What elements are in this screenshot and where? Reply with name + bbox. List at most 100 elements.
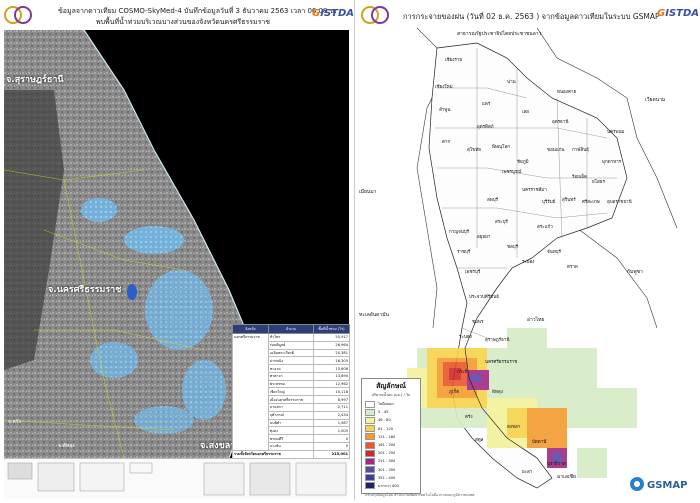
province-label: ยโสธร [592,180,605,185]
label-phatthalung: จ.พัทลุง [58,443,75,449]
gistda-logo: GISTDA [657,8,700,19]
legend-swatch [365,441,375,449]
province-label: สุราษฎร์ธานี [485,338,510,343]
label-songkhla: จ.สงขลา [200,441,236,451]
legend-swatch [365,466,375,474]
rainfall-legend: สัญลักษณ์ ปริมาณน้ำฝน (มม.) / วัน ไม่มีฝ… [361,378,421,494]
district-cell: จุฬาภรณ์ [267,410,314,420]
legend-label: 81 - 120 [378,426,394,431]
province-label: อุดรธานี [552,120,569,125]
area-cell: 0 [312,434,351,443]
satellite-flood-panel: ข้อมูลจากดาวเทียม COSMO-SkyMed-4 บันทึกข… [0,0,355,500]
legend-item: ไม่มีฝนตก [362,400,420,408]
label-nakhon: จ.นครศรีธรรมราช [48,285,122,295]
label-trang: จ.ตรัง [8,419,21,425]
district-cell: พระพรหม [267,379,314,389]
area-cell: 8,997 [312,395,351,405]
legend-title: สัญลักษณ์ [376,382,406,390]
province-label: นครพนม [607,130,625,135]
legend-swatch [365,474,375,482]
table-header-row: จังหวัด อำเภอ พื้นที่น้ำท่วม (ไร่) [232,324,351,334]
province-label: อุตรดิตถ์ [477,125,494,130]
table-row: นครศรีธรรมราช หัวไทร 55,917 [232,333,351,451]
district-cell: นบพิตำ [267,418,314,428]
legend-rows: ไม่มีฝนตก 5 - 45 46 - 80 81 - 120 121 - 160 1… [362,400,420,490]
province-label: ลพบุรี [487,198,498,203]
province-label: บุรีรัมย์ [542,200,556,205]
area-cell: 1,587 [312,418,351,428]
legend-item: 251 - 300 [362,457,420,465]
province-label: เพชรบูรณ์ [502,170,522,175]
province-label: อุบลราชธานี [607,200,632,205]
legend-label: 201 - 250 [378,451,396,456]
province-label: พัทลุง [492,390,503,395]
legend-swatch [365,408,375,416]
area-cell: 2,711 [312,403,351,412]
province-label: ระนอง [459,335,472,340]
legend-label: 46 - 80 [378,418,391,423]
legend-label: 121 - 160 [378,434,396,439]
province-label: ราชบุรี [457,250,471,255]
province-label: เชียงราย [445,58,463,63]
legend-label: มากกว่า 400 [378,483,399,488]
gistda-anniversary-logo-icon [361,6,389,24]
district-cell: เมืองนครศรีธรรมราช [267,395,314,405]
gistda-anniversary-logo-icon [4,6,32,24]
province-label: นครศรีธรรมราช [485,360,518,365]
legend-swatch [365,482,375,490]
province-label: สงขลา [507,425,521,430]
label-malaysia: มาเลเซีย [557,474,576,480]
legend-label: 5 - 45 [378,410,389,415]
legend-swatch [365,416,375,424]
legend-label: 301 - 350 [378,467,396,472]
credit-text: ปรับปรุงข้อมูลโดย สำนักงานพัฒนาเทคโนโลยี… [365,493,475,497]
province-label: น่าน [507,80,516,85]
province-label: สระแก้ว [537,225,553,230]
legend-item: 81 - 120 [362,425,420,433]
legend-item: 161 - 200 [362,441,420,449]
district-cell: ร่อนพิบูลย์ [267,340,314,350]
legend-label: 351 - 400 [378,475,396,480]
legend-item: 5 - 45 [362,408,420,416]
province-label: ศรีสะเกษ [582,200,600,205]
label-surat: จ.สุราษฎร์ธานี [6,75,64,85]
province-label: อยุธยา [477,235,491,240]
province-label: ตราด [567,265,578,270]
province-label: สตูล [475,438,484,443]
province-label: ปัตตานี [532,440,547,445]
province-label: เพชรบุรี [465,270,481,275]
province-label: กาฬสินธุ์ [572,148,589,153]
district-cell: พรหมคีรี [267,434,314,443]
area-cell: 55,917 [312,333,351,342]
province-label: ชลบุรี [507,245,519,250]
legend-swatch [365,400,375,408]
province-cell: นครศรีธรรมราช [232,333,269,451]
total-value: 215,001 [312,449,351,459]
table-total-row: รวมทั้งจังหวัดนครศรีธรรมราช 215,001 [232,449,351,459]
label-gulf: อ่าวไทย [527,317,545,323]
province-label: ตรัง [465,415,473,420]
label-laos: สาธารณรัฐประชาธิปไตยประชาชนลาว [457,31,542,37]
label-myanmar: เมียนมา [359,189,377,195]
gistda-logo: GISTDA [312,8,355,19]
province-label: นราธิวาส [547,462,566,467]
district-cell: เชียรใหญ่ [267,387,314,397]
col-district: อำเภอ [267,324,314,334]
province-label: ชุมพร [472,320,484,325]
legend-item: 201 - 250 [362,449,420,457]
province-label: ตาก [442,140,451,145]
district-cell: ชะอวด [267,364,314,373]
area-cell: 1,005 [312,426,351,436]
district-cell: ปากพนัง [267,356,314,366]
province-label: สระบุรี [495,220,508,225]
label-andaman: ทะเลอันดามัน [359,312,389,318]
gsmap-logo-icon: GSMAP [630,477,687,491]
area-cell: 12,962 [312,379,351,389]
legend-label: ไม่มีฝนตก [378,402,394,407]
col-area: พื้นที่น้ำท่วม (ไร่) [312,324,351,334]
province-label: พิษณุโลก [492,145,511,150]
province-label: ภูเก็ต [449,390,460,395]
label-vietnam: เวียดนาม [645,97,666,103]
province-label: ร้อยเอ็ด [572,175,587,180]
province-label: แพร่ [482,102,491,107]
